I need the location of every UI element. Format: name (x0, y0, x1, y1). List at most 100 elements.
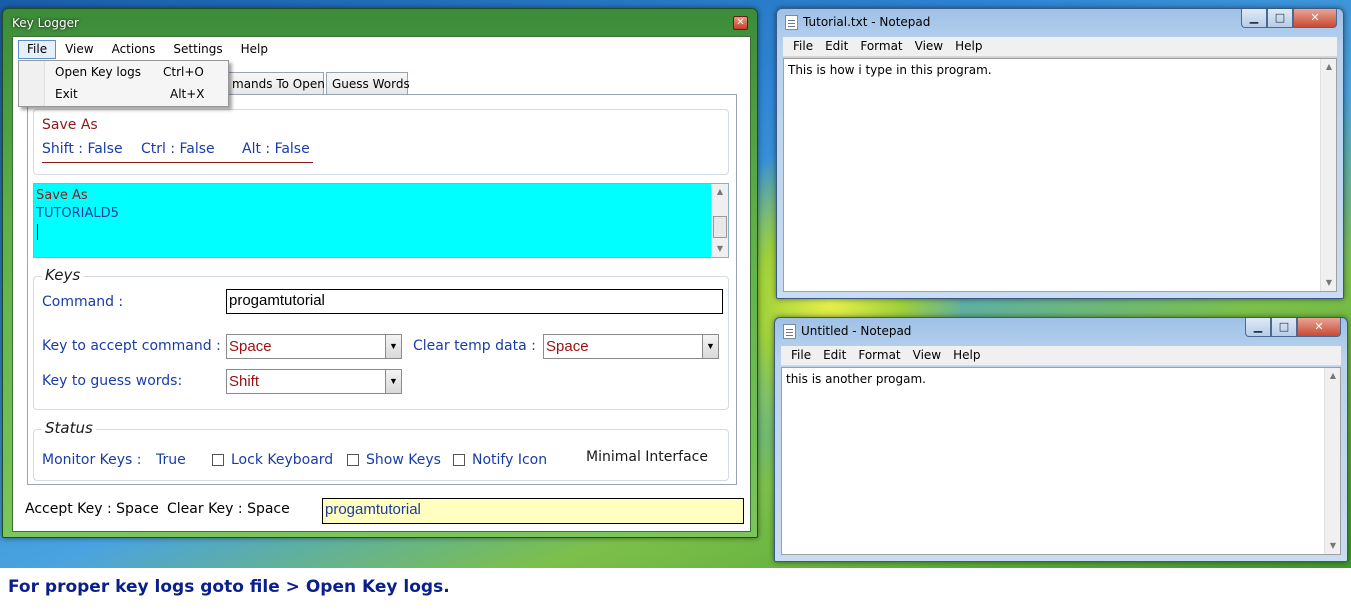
maximize-button[interactable]: □ (1271, 318, 1297, 337)
alt-state: Alt : False (242, 141, 310, 157)
scroll-down-arrow-icon[interactable]: ▼ (712, 241, 728, 257)
checkbox-label: Show Keys (366, 452, 441, 468)
minimal-interface-button[interactable]: Minimal Interface (586, 449, 708, 465)
scroll-up-arrow-icon[interactable]: ▲ (1321, 59, 1337, 75)
notepad-window-tutorial: Tutorial.txt - Notepad ▁ □ ✕ File Edit F… (776, 8, 1344, 299)
menu-help[interactable]: Help (949, 37, 988, 56)
titlebar[interactable]: Tutorial.txt - Notepad ▁ □ ✕ (777, 9, 1343, 37)
checkbox-label: Lock Keyboard (231, 452, 334, 468)
show-keys-checkbox[interactable]: Show Keys (347, 452, 441, 468)
log-line-2: TUTORIALD5 (36, 206, 119, 221)
vertical-scrollbar[interactable]: ▲ ▼ (1320, 59, 1336, 291)
scroll-thumb[interactable] (713, 216, 727, 238)
accept-key-label: Key to accept command : (42, 338, 221, 354)
chevron-down-icon[interactable]: ▼ (385, 334, 402, 359)
minimize-button[interactable]: ▁ (1245, 318, 1271, 337)
command-input[interactable]: progamtutorial (226, 289, 723, 314)
scroll-up-arrow-icon[interactable]: ▲ (1325, 368, 1341, 384)
menu-actions[interactable]: Actions (103, 40, 165, 59)
caption-text: For proper key logs goto file > Open Key… (8, 577, 450, 597)
checkbox-box[interactable] (453, 454, 465, 466)
menu-file[interactable]: File (785, 346, 817, 365)
menu-item-shortcut: Ctrl+O (163, 65, 204, 79)
chevron-down-icon[interactable]: ▼ (385, 369, 402, 394)
checkbox-box[interactable] (212, 454, 224, 466)
menu-view[interactable]: View (56, 40, 102, 59)
menu-file[interactable]: File (787, 37, 819, 56)
menu-file[interactable]: File (18, 40, 57, 59)
close-button[interactable]: ✕ (733, 16, 748, 30)
clear-temp-label: Clear temp data : (413, 338, 536, 354)
window-title: Tutorial.txt - Notepad (803, 15, 931, 29)
lock-keyboard-checkbox[interactable]: Lock Keyboard (212, 452, 333, 468)
menu-help[interactable]: Help (232, 40, 277, 59)
menu-view[interactable]: View (907, 346, 947, 365)
clear-temp-value: Space (546, 338, 589, 355)
tab-guess-words[interactable]: Guess Words (326, 72, 410, 96)
clear-key-status: Clear Key : Space (167, 501, 290, 517)
tab-commands-to-open[interactable]: mands To Open (226, 72, 325, 96)
tab-page: Save As Shift : False Ctrl : False Alt :… (27, 94, 737, 485)
notepad-icon (785, 15, 798, 30)
group-title-status: Status (42, 419, 96, 437)
close-button[interactable]: ✕ (1297, 318, 1341, 337)
window-title: Key Logger (12, 16, 79, 30)
accept-key-select[interactable]: Space ▼ (226, 334, 402, 359)
menu-item-label: Open Key logs (55, 65, 141, 79)
group-title-keys: Keys (42, 266, 84, 284)
guess-key-label: Key to guess words: (42, 373, 183, 389)
editor-text: This is how i type in this program. (788, 63, 992, 77)
command-label: Command : (42, 294, 124, 310)
menu-help[interactable]: Help (947, 346, 986, 365)
current-buffer-field[interactable]: progamtutorial (322, 498, 744, 524)
clear-temp-select[interactable]: Space ▼ (543, 334, 719, 359)
notepad-icon (783, 324, 796, 339)
scroll-down-arrow-icon[interactable]: ▼ (1321, 275, 1337, 291)
chevron-down-icon[interactable]: ▼ (702, 334, 719, 359)
scroll-up-arrow-icon[interactable]: ▲ (712, 184, 728, 200)
accept-key-status: Accept Key : Space (25, 501, 159, 517)
maximize-button[interactable]: □ (1267, 9, 1293, 28)
checkbox-box[interactable] (347, 454, 359, 466)
scroll-down-arrow-icon[interactable]: ▼ (1325, 538, 1341, 554)
menu-settings[interactable]: Settings (164, 40, 231, 59)
menu-format[interactable]: Format (852, 346, 906, 365)
keylogger-window: Key Logger ✕ File View Actions Settings … (2, 8, 758, 538)
guess-key-select[interactable]: Shift ▼ (226, 369, 402, 394)
key-state-group: Save As Shift : False Ctrl : False Alt :… (33, 109, 729, 175)
text-editor[interactable]: this is another progam. ▲ ▼ (781, 367, 1341, 555)
menu-edit[interactable]: Edit (817, 346, 852, 365)
menu-edit[interactable]: Edit (819, 37, 854, 56)
editor-text: this is another progam. (786, 372, 926, 386)
titlebar[interactable]: Untitled - Notepad ▁ □ ✕ (775, 318, 1347, 346)
text-editor[interactable]: This is how i type in this program. ▲ ▼ (783, 58, 1337, 292)
menu-item-label: Exit (55, 87, 78, 101)
window-title: Untitled - Notepad (801, 324, 912, 338)
titlebar[interactable]: Key Logger ✕ (3, 9, 757, 37)
keylogger-client-area: File View Actions Settings Help mands To… (12, 36, 751, 532)
vertical-scrollbar[interactable]: ▲ ▼ (711, 184, 728, 257)
ctrl-state: Ctrl : False (141, 141, 215, 157)
menu-item-exit[interactable]: Exit Alt+X (19, 84, 228, 106)
monitor-keys-label: Monitor Keys : (42, 452, 142, 468)
close-button[interactable]: ✕ (1293, 9, 1337, 28)
last-key-label: Save As (42, 117, 98, 133)
guess-key-value: Shift (229, 373, 260, 390)
minimize-button[interactable]: ▁ (1241, 9, 1267, 28)
divider-line (42, 162, 313, 163)
log-line-1: Save As (36, 188, 88, 203)
menu-format[interactable]: Format (854, 37, 908, 56)
menu-item-open-key-logs[interactable]: Open Key logs Ctrl+O (19, 62, 228, 84)
file-menu-dropdown: Open Key logs Ctrl+O Exit Alt+X (18, 60, 229, 107)
menu-view[interactable]: View (909, 37, 949, 56)
notepad-window-untitled: Untitled - Notepad ▁ □ ✕ File Edit Forma… (774, 317, 1348, 562)
menu-item-shortcut: Alt+X (170, 87, 205, 101)
shift-state: Shift : False (42, 141, 123, 157)
vertical-scrollbar[interactable]: ▲ ▼ (1324, 368, 1340, 554)
keys-group: Keys Command : progamtutorial Key to acc… (33, 266, 729, 410)
text-caret (37, 224, 38, 240)
menu-bar: File Edit Format View Help (783, 37, 1337, 57)
notify-icon-checkbox[interactable]: Notify Icon (453, 452, 547, 468)
key-log-textarea[interactable]: Save As TUTORIALD5 ▲ ▼ (33, 183, 729, 258)
checkbox-label: Notify Icon (472, 452, 548, 468)
